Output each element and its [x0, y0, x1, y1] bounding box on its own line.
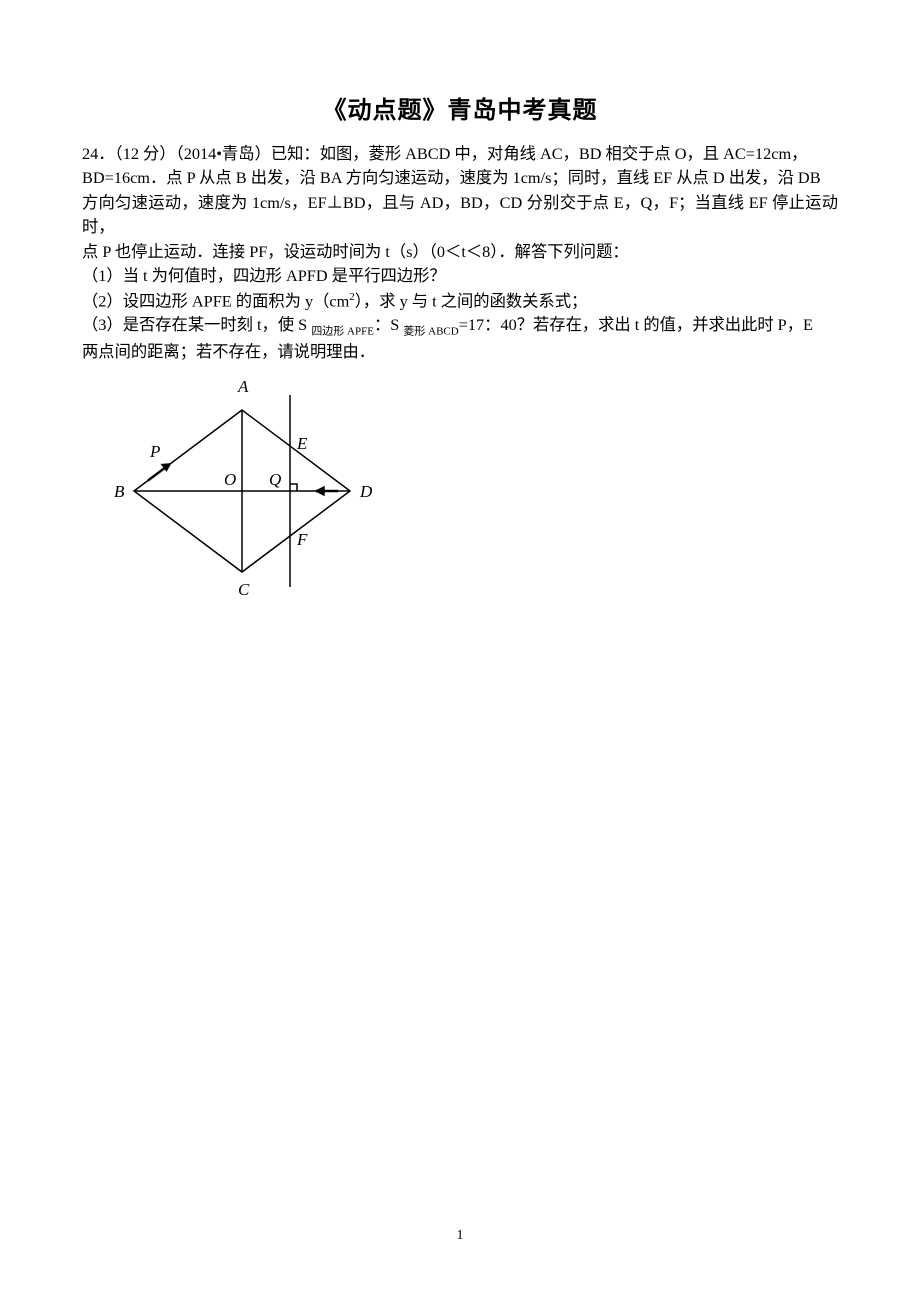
geometry-figure: A B C D E F O P Q: [102, 371, 838, 616]
page-title: 《动点题》青岛中考真题: [82, 90, 838, 125]
problem-q2: （2）设四边形 APFE 的面积为 y（cm2），求 y 与 t 之间的函数关系…: [82, 289, 838, 314]
label-F: F: [296, 530, 308, 549]
q3-part-c: =17：40？若存在，求出 t 的值，并求出此时 P，E: [459, 315, 813, 334]
problem-line-4: 点 P 也停止运动．连接 PF，设运动时间为 t（s）（0＜t＜8）．解答下列问…: [82, 240, 838, 264]
q3-part-b: ：S: [374, 315, 403, 334]
label-P: P: [149, 442, 160, 461]
label-C: C: [238, 580, 250, 599]
label-D: D: [359, 482, 373, 501]
problem-q3-line1: （3）是否存在某一时刻 t，使 S 四边形 APFE：S 菱形 ABCD=17：…: [82, 313, 838, 340]
problem-text: 24．（12 分）（2014•青岛）已知：如图，菱形 ABCD 中，对角线 AC…: [82, 142, 838, 365]
label-B: B: [114, 482, 125, 501]
problem-line-3: 方向匀速运动，速度为 1cm/s，EF⊥BD，且与 AD，BD，CD 分别交于点…: [82, 191, 838, 240]
label-Q: Q: [269, 470, 281, 489]
q3-part-a: （3）是否存在某一时刻 t，使 S: [82, 315, 311, 334]
label-E: E: [296, 434, 308, 453]
problem-q3-line2: 两点间的距离；若不存在，请说明理由．: [82, 340, 838, 364]
problem-q1: （1）当 t 为何值时，四边形 APFD 是平行四边形？: [82, 264, 838, 288]
q2-part-a: （2）设四边形 APFE 的面积为 y（cm: [82, 291, 349, 310]
label-A: A: [237, 377, 249, 396]
page-number: 1: [0, 1228, 920, 1244]
q3-sub1: 四边形 APFE: [311, 326, 374, 338]
q3-sub2: 菱形 ABCD: [403, 326, 458, 338]
problem-line-2: BD=16cm．点 P 从点 B 出发，沿 BA 方向匀速运动，速度为 1cm/…: [82, 166, 838, 190]
q2-part-b: ），求 y 与 t 之间的函数关系式；: [355, 291, 587, 310]
label-O: O: [224, 470, 236, 489]
problem-line-1: 24．（12 分）（2014•青岛）已知：如图，菱形 ABCD 中，对角线 AC…: [82, 142, 838, 166]
